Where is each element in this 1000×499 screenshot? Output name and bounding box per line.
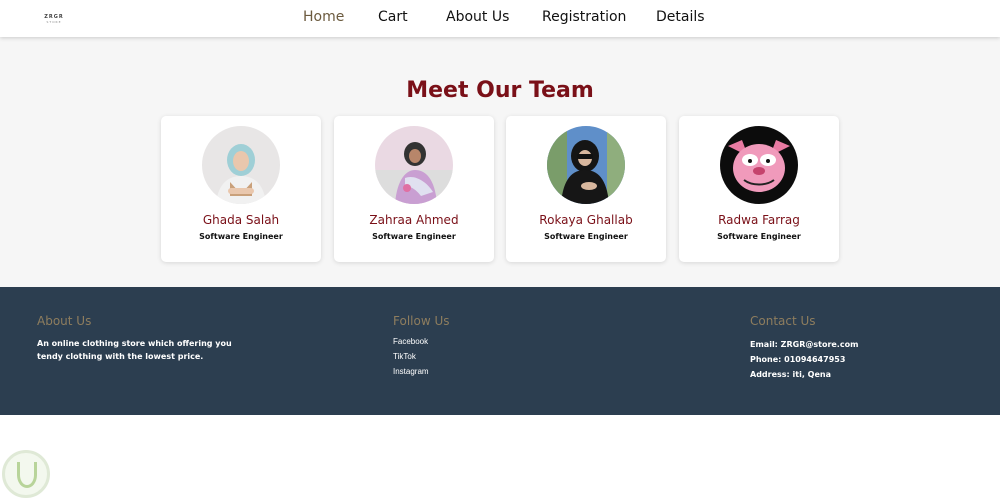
- nav-home[interactable]: Home: [303, 9, 344, 25]
- logo-sub: STORE: [46, 20, 62, 24]
- footer-about-title: About Us: [37, 314, 92, 328]
- team-card: Zahraa Ahmed Software Engineer: [334, 116, 494, 262]
- nav-about-us[interactable]: About Us: [446, 9, 509, 25]
- team-card: Ghada Salah Software Engineer: [161, 116, 321, 262]
- member-name: Radwa Farrag: [718, 213, 800, 227]
- tiktok-link[interactable]: TikTok: [393, 352, 543, 361]
- member-name: Zahraa Ahmed: [369, 213, 459, 227]
- nav-details[interactable]: Details: [656, 9, 705, 25]
- navbar: ZRGR STORE Home Cart About Us Registrati…: [0, 0, 1000, 37]
- footer-about-text: An online clothing store which offering …: [37, 339, 232, 361]
- avatar: [202, 126, 280, 204]
- footer: About Us An online clothing store which …: [0, 287, 1000, 415]
- store-logo[interactable]: ZRGR STORE: [40, 8, 68, 30]
- contact-address: Address: iti, Qena: [750, 370, 831, 379]
- nav-registration[interactable]: Registration: [542, 9, 626, 25]
- team-card: Radwa Farrag Software Engineer: [679, 116, 839, 262]
- footer-about: About Us An online clothing store which …: [37, 314, 247, 363]
- member-role: Software Engineer: [199, 232, 283, 241]
- member-role: Software Engineer: [372, 232, 456, 241]
- contact-email: Email: ZRGR@store.com: [750, 340, 859, 349]
- footer-contact: Contact Us Email: ZRGR@store.com Phone: …: [750, 314, 950, 382]
- contact-phone: Phone: 01094647953: [750, 355, 846, 364]
- member-role: Software Engineer: [717, 232, 801, 241]
- avatar: [375, 126, 453, 204]
- avatar: [547, 126, 625, 204]
- team-section-title: Meet Our Team: [406, 78, 594, 103]
- nav-cart[interactable]: Cart: [378, 9, 408, 25]
- footer-follow-title: Follow Us: [393, 314, 450, 328]
- facebook-link[interactable]: Facebook: [393, 337, 543, 346]
- page-bottom: [0, 415, 1000, 499]
- avatar: [720, 126, 798, 204]
- instagram-link[interactable]: Instagram: [393, 367, 543, 376]
- member-name: Rokaya Ghallab: [539, 213, 633, 227]
- leaf-badge-icon: [2, 450, 50, 498]
- member-name: Ghada Salah: [202, 213, 280, 227]
- member-role: Software Engineer: [544, 232, 628, 241]
- footer-follow: Follow Us Facebook TikTok Instagram: [393, 314, 543, 382]
- team-card: Rokaya Ghallab Software Engineer: [506, 116, 666, 262]
- footer-contact-title: Contact Us: [750, 314, 816, 328]
